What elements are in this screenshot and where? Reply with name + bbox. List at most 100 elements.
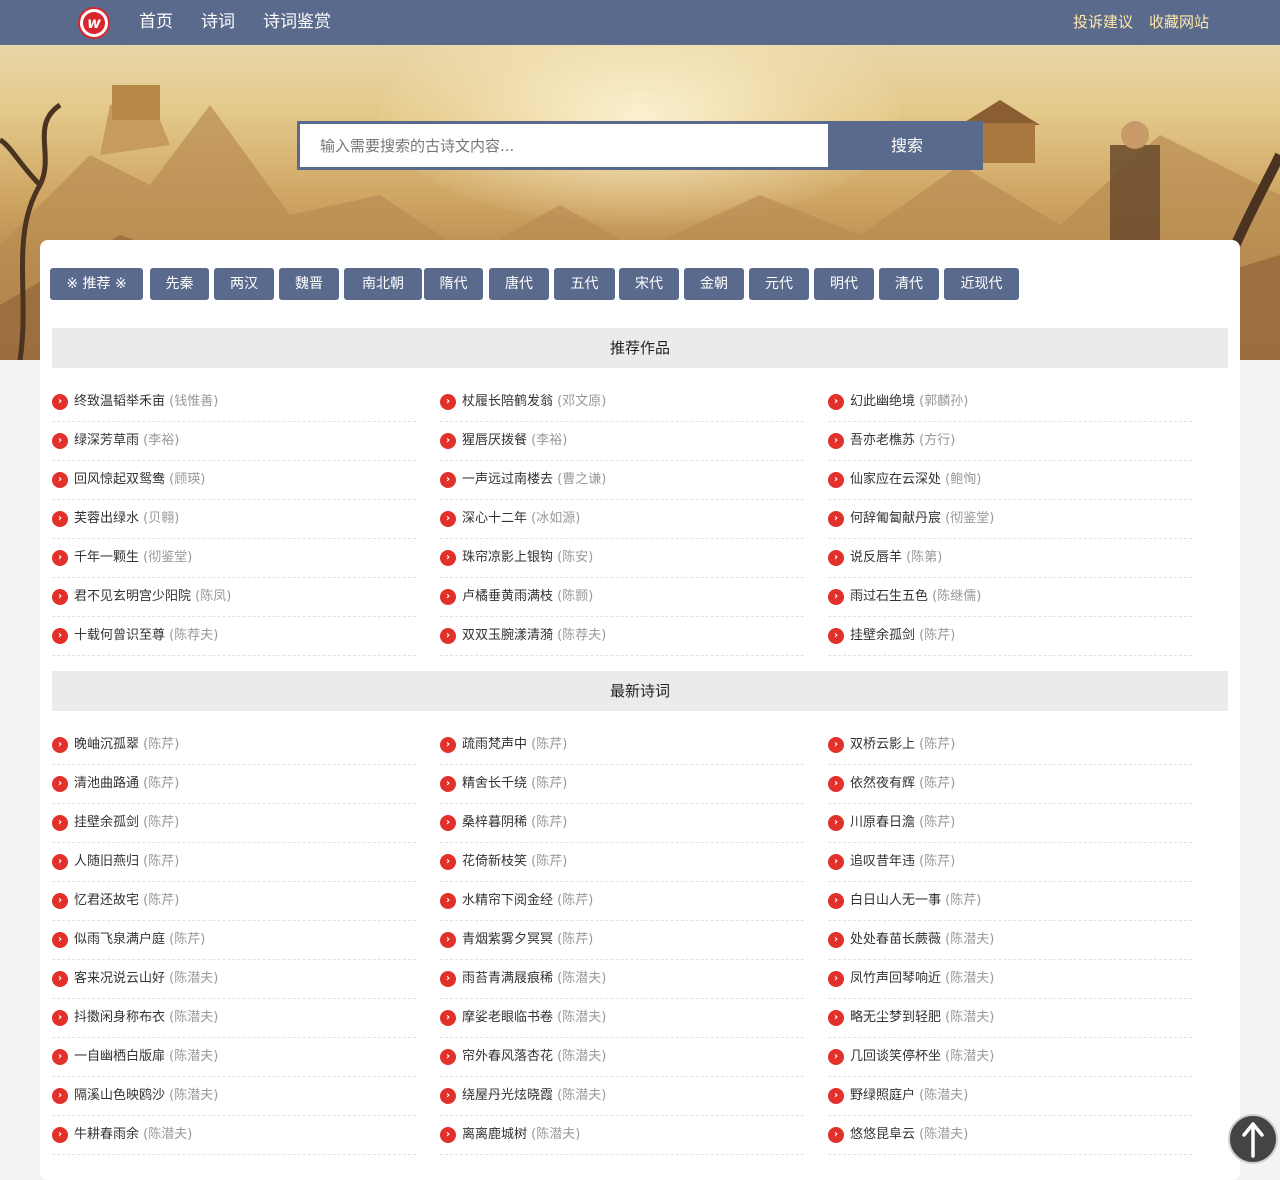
poem-title-link[interactable]: 君不见玄明宫少阳院 (74, 589, 191, 604)
nav-link-home[interactable]: 首页 (139, 0, 173, 45)
poem-title-link[interactable]: 悠悠昆阜云 (850, 1127, 915, 1142)
dynasty-tab[interactable]: 魏晋 (279, 268, 339, 300)
dynasty-tab[interactable]: 宋代 (619, 268, 679, 300)
poem-list-item[interactable]: › 幻此幽绝境 (郭麟孙) (828, 383, 1192, 422)
poem-list-item[interactable]: › 清池曲路通 (陈芹) (52, 765, 416, 804)
poem-title-link[interactable]: 野绿照庭户 (850, 1088, 915, 1103)
poem-list-item[interactable]: › 一自幽栖白版扉 (陈潜夫) (52, 1038, 416, 1077)
poem-list-item[interactable]: › 花倚新枝笑 (陈芹) (440, 843, 804, 882)
nav-link-poems[interactable]: 诗词 (201, 0, 235, 45)
poem-list-item[interactable]: › 似雨飞泉满户庭 (陈芹) (52, 921, 416, 960)
poem-title-link[interactable]: 一声远过南楼去 (462, 472, 553, 487)
poem-list-item[interactable]: › 精舍长千绕 (陈芹) (440, 765, 804, 804)
poem-title-link[interactable]: 牛耕春雨余 (74, 1127, 139, 1142)
poem-title-link[interactable]: 绕屋丹光炫晓霞 (462, 1088, 553, 1103)
poem-title-link[interactable]: 客来况说云山好 (74, 971, 165, 986)
dynasty-tab[interactable]: 金朝 (684, 268, 744, 300)
dynasty-tab[interactable]: ※ 推荐 ※ (50, 268, 143, 300)
poem-list-item[interactable]: › 雨苔青满屐痕稀 (陈潜夫) (440, 960, 804, 999)
poem-list-item[interactable]: › 悠悠昆阜云 (陈潜夫) (828, 1116, 1192, 1155)
poem-title-link[interactable]: 千年一颗生 (74, 550, 139, 565)
poem-list-item[interactable]: › 青烟紫雾夕冥冥 (陈芹) (440, 921, 804, 960)
poem-list-item[interactable]: › 十载何曾识至尊 (陈荐夫) (52, 617, 416, 656)
poem-title-link[interactable]: 忆君还故宅 (74, 893, 139, 908)
poem-title-link[interactable]: 何辞匍匐献丹宸 (850, 511, 941, 526)
poem-list-item[interactable]: › 终致温韬举禾亩 (钱惟善) (52, 383, 416, 422)
poem-list-item[interactable]: › 猩唇厌拨餐 (李裕) (440, 422, 804, 461)
poem-list-item[interactable]: › 抖擞闲身称布衣 (陈潜夫) (52, 999, 416, 1038)
poem-list-item[interactable]: › 挂壁余孤剑 (陈芹) (52, 804, 416, 843)
back-to-top-button[interactable] (1228, 1114, 1278, 1164)
poem-list-item[interactable]: › 帘外春风落杏花 (陈潜夫) (440, 1038, 804, 1077)
nav-link-bookmark[interactable]: 收藏网站 (1149, 0, 1209, 45)
poem-title-link[interactable]: 似雨飞泉满户庭 (74, 932, 165, 947)
poem-list-item[interactable]: › 双桥云影上 (陈芹) (828, 726, 1192, 765)
poem-title-link[interactable]: 水精帘下阅金经 (462, 893, 553, 908)
poem-list-item[interactable]: › 芙蓉出绿水 (贝翱) (52, 500, 416, 539)
dynasty-tab[interactable]: 五代 (554, 268, 615, 300)
poem-title-link[interactable]: 挂壁余孤剑 (74, 815, 139, 830)
poem-title-link[interactable]: 清池曲路通 (74, 776, 139, 791)
dynasty-tab[interactable]: 近现代 (944, 268, 1019, 300)
poem-title-link[interactable]: 双双玉腕漾清漪 (462, 628, 553, 643)
poem-list-item[interactable]: › 挂壁余孤剑 (陈芹) (828, 617, 1192, 656)
poem-title-link[interactable]: 桑梓暮阴稀 (462, 815, 527, 830)
poem-list-item[interactable]: › 白日山人无一事 (陈芹) (828, 882, 1192, 921)
poem-list-item[interactable]: › 吾亦老樵苏 (方行) (828, 422, 1192, 461)
poem-title-link[interactable]: 青烟紫雾夕冥冥 (462, 932, 553, 947)
dynasty-tab[interactable]: 唐代 (489, 268, 549, 300)
poem-title-link[interactable]: 摩娑老眼临书卷 (462, 1010, 553, 1025)
poem-list-item[interactable]: › 川原春日澹 (陈芹) (828, 804, 1192, 843)
poem-list-item[interactable]: › 晚岫沉孤翠 (陈芹) (52, 726, 416, 765)
poem-title-link[interactable]: 略无尘梦到轻肥 (850, 1010, 941, 1025)
poem-title-link[interactable]: 回风惊起双鸳鸯 (74, 472, 165, 487)
poem-title-link[interactable]: 吾亦老樵苏 (850, 433, 915, 448)
poem-list-item[interactable]: › 一声远过南楼去 (曹之谦) (440, 461, 804, 500)
poem-title-link[interactable]: 川原春日澹 (850, 815, 915, 830)
poem-list-item[interactable]: › 回风惊起双鸳鸯 (顾瑛) (52, 461, 416, 500)
dynasty-tab[interactable]: 先秦 (150, 268, 209, 300)
poem-title-link[interactable]: 卢橘垂黄雨满枝 (462, 589, 553, 604)
poem-list-item[interactable]: › 君不见玄明宫少阳院 (陈凤) (52, 578, 416, 617)
poem-list-item[interactable]: › 处处春苗长蕨薇 (陈潜夫) (828, 921, 1192, 960)
nav-link-feedback[interactable]: 投诉建议 (1073, 0, 1133, 45)
dynasty-tab[interactable]: 隋代 (424, 268, 483, 300)
poem-list-item[interactable]: › 依然夜有辉 (陈芹) (828, 765, 1192, 804)
poem-list-item[interactable]: › 几回谈笑停杯坐 (陈潜夫) (828, 1038, 1192, 1077)
poem-title-link[interactable]: 双桥云影上 (850, 737, 915, 752)
poem-title-link[interactable]: 花倚新枝笑 (462, 854, 527, 869)
poem-list-item[interactable]: › 雨过石生五色 (陈继儒) (828, 578, 1192, 617)
poem-list-item[interactable]: › 隔溪山色映鸥沙 (陈潜夫) (52, 1077, 416, 1116)
poem-list-item[interactable]: › 略无尘梦到轻肥 (陈潜夫) (828, 999, 1192, 1038)
poem-list-item[interactable]: › 双双玉腕漾清漪 (陈荐夫) (440, 617, 804, 656)
poem-title-link[interactable]: 白日山人无一事 (850, 893, 941, 908)
poem-list-item[interactable]: › 杖履长陪鹤发翁 (邓文原) (440, 383, 804, 422)
dynasty-tab[interactable]: 清代 (879, 268, 939, 300)
poem-title-link[interactable]: 疏雨梵声中 (462, 737, 527, 752)
dynasty-tab[interactable]: 两汉 (214, 268, 274, 300)
poem-title-link[interactable]: 晚岫沉孤翠 (74, 737, 139, 752)
poem-title-link[interactable]: 深心十二年 (462, 511, 527, 526)
poem-list-item[interactable]: › 绿深芳草雨 (李裕) (52, 422, 416, 461)
search-input[interactable] (300, 124, 828, 167)
poem-title-link[interactable]: 帘外春风落杏花 (462, 1049, 553, 1064)
poem-title-link[interactable]: 隔溪山色映鸥沙 (74, 1088, 165, 1103)
poem-title-link[interactable]: 十载何曾识至尊 (74, 628, 165, 643)
poem-title-link[interactable]: 绿深芳草雨 (74, 433, 139, 448)
poem-title-link[interactable]: 处处春苗长蕨薇 (850, 932, 941, 947)
poem-list-item[interactable]: › 疏雨梵声中 (陈芹) (440, 726, 804, 765)
poem-list-item[interactable]: › 珠帘凉影上银钩 (陈安) (440, 539, 804, 578)
poem-title-link[interactable]: 凤竹声回琴响近 (850, 971, 941, 986)
poem-title-link[interactable]: 说反唇羊 (850, 550, 902, 565)
poem-list-item[interactable]: › 仙家应在云深处 (鲍恂) (828, 461, 1192, 500)
poem-list-item[interactable]: › 摩娑老眼临书卷 (陈潜夫) (440, 999, 804, 1038)
poem-list-item[interactable]: › 野绿照庭户 (陈潜夫) (828, 1077, 1192, 1116)
dynasty-tab[interactable]: 南北朝 (344, 268, 422, 300)
poem-title-link[interactable]: 仙家应在云深处 (850, 472, 941, 487)
poem-list-item[interactable]: › 卢橘垂黄雨满枝 (陈颢) (440, 578, 804, 617)
poem-list-item[interactable]: › 牛耕春雨余 (陈潜夫) (52, 1116, 416, 1155)
poem-title-link[interactable]: 杖履长陪鹤发翁 (462, 394, 553, 409)
poem-title-link[interactable]: 精舍长千绕 (462, 776, 527, 791)
search-button[interactable]: 搜索 (831, 121, 983, 170)
nav-link-appreciation[interactable]: 诗词鉴赏 (263, 0, 331, 45)
